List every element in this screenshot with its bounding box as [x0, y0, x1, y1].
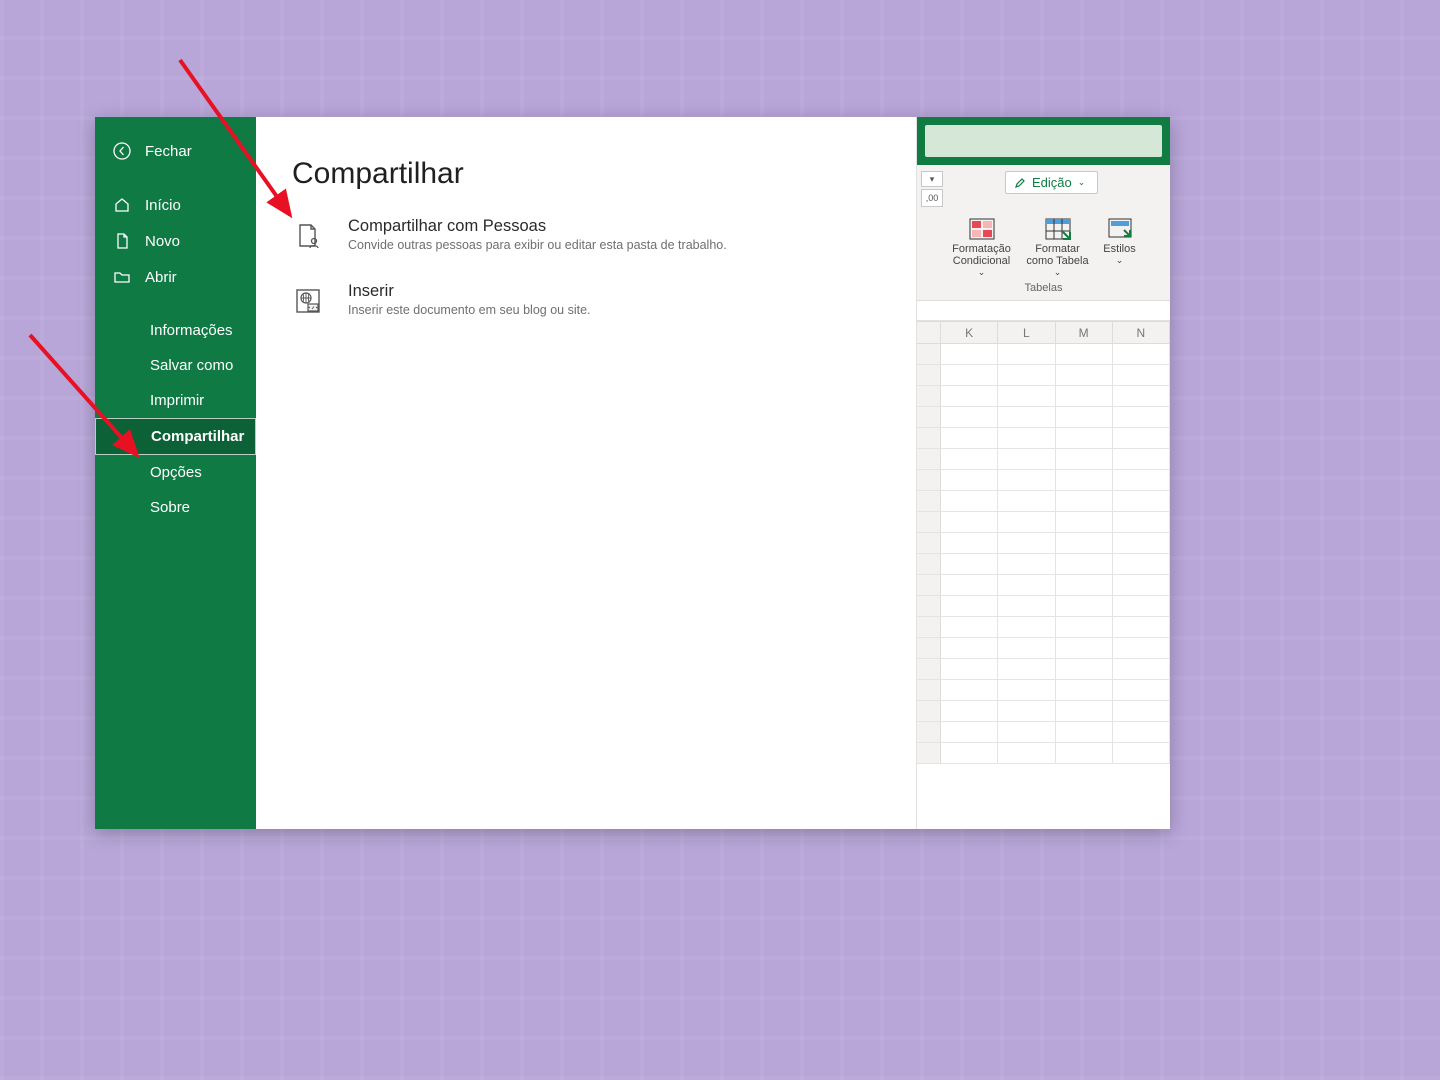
new-label: Novo — [145, 233, 180, 250]
folder-open-icon — [113, 268, 131, 286]
table-row[interactable] — [917, 701, 1170, 722]
embed-desc: Inserir este documento em seu blog ou si… — [348, 303, 591, 317]
worksheet-grid[interactable]: K L M N — [917, 321, 1170, 829]
embed-title: Inserir — [348, 282, 591, 301]
table-row[interactable] — [917, 449, 1170, 470]
new-button[interactable]: Novo — [95, 223, 256, 259]
table-row[interactable] — [917, 428, 1170, 449]
editing-mode-button[interactable]: Edição ⌄ — [1005, 171, 1098, 194]
saveas-label: Salvar como — [150, 357, 233, 374]
embed-icon — [292, 285, 324, 317]
chevron-down-icon: ⌄ — [1078, 177, 1086, 188]
share-people-title: Compartilhar com Pessoas — [348, 217, 727, 236]
open-button[interactable]: Abrir — [95, 259, 256, 295]
cell-styles-button[interactable]: Estilos ⌄ — [1100, 217, 1140, 278]
conditional-formatting-button[interactable]: Formatação Condicional ⌄ — [948, 217, 1016, 278]
conditional-format-icon — [967, 217, 997, 241]
table-row[interactable] — [917, 344, 1170, 365]
info-button[interactable]: Informações — [95, 313, 256, 348]
format-table-label: Formatar como Tabela — [1024, 243, 1092, 267]
saveas-button[interactable]: Salvar como — [95, 348, 256, 383]
col-header[interactable]: L — [998, 322, 1055, 343]
pencil-icon — [1014, 177, 1026, 189]
styles-icon — [1105, 217, 1135, 241]
col-header[interactable]: N — [1113, 322, 1170, 343]
table-row[interactable] — [917, 512, 1170, 533]
column-headers: K L M N — [917, 322, 1170, 344]
table-row[interactable] — [917, 533, 1170, 554]
share-people-desc: Convide outras pessoas para exibir ou ed… — [348, 238, 727, 252]
chevron-down-icon: ⌄ — [1116, 255, 1124, 266]
table-row[interactable] — [917, 407, 1170, 428]
excel-file-menu-window: Fechar Início Novo Abrir Informações Sal… — [95, 117, 1170, 829]
format-table-icon — [1043, 217, 1073, 241]
info-label: Informações — [150, 322, 233, 339]
format-as-table-button[interactable]: Formatar como Tabela ⌄ — [1024, 217, 1092, 278]
home-icon — [113, 196, 131, 214]
table-row[interactable] — [917, 722, 1170, 743]
close-label: Fechar — [145, 143, 192, 160]
back-arrow-icon — [113, 142, 131, 160]
share-label: Compartilhar — [151, 428, 244, 445]
share-with-people-item[interactable]: Compartilhar com Pessoas Convide outras … — [292, 217, 880, 252]
table-row[interactable] — [917, 638, 1170, 659]
number-format-controls[interactable]: ▾ ,00 — [921, 171, 943, 207]
print-button[interactable]: Imprimir — [95, 383, 256, 418]
col-header[interactable]: K — [941, 322, 998, 343]
table-row[interactable] — [917, 743, 1170, 764]
table-row[interactable] — [917, 491, 1170, 512]
formula-bar[interactable] — [917, 301, 1170, 321]
close-button[interactable]: Fechar — [95, 133, 256, 169]
table-row[interactable] — [917, 470, 1170, 491]
options-label: Opções — [150, 464, 202, 481]
table-row[interactable] — [917, 680, 1170, 701]
col-header[interactable]: M — [1056, 322, 1113, 343]
home-label: Início — [145, 197, 181, 214]
ribbon-section: ▾ ,00 Edição ⌄ Formatação Condicional — [917, 165, 1170, 301]
page-title: Compartilhar — [292, 157, 880, 191]
open-label: Abrir — [145, 269, 177, 286]
chevron-down-icon: ⌄ — [1054, 267, 1062, 278]
options-button[interactable]: Opções — [95, 455, 256, 490]
backstage-sidebar: Fechar Início Novo Abrir Informações Sal… — [95, 117, 256, 829]
home-button[interactable]: Início — [95, 187, 256, 223]
edit-label: Edição — [1032, 175, 1072, 190]
share-people-icon — [292, 220, 324, 252]
about-button[interactable]: Sobre — [95, 490, 256, 525]
title-bar — [917, 117, 1170, 165]
new-doc-icon — [113, 232, 131, 250]
spreadsheet-peek: ▾ ,00 Edição ⌄ Formatação Condicional — [916, 117, 1170, 829]
ribbon-group-label: Tabelas — [923, 282, 1164, 294]
chevron-down-icon: ⌄ — [978, 267, 986, 278]
styles-label: Estilos — [1103, 243, 1135, 255]
table-row[interactable] — [917, 575, 1170, 596]
table-row[interactable] — [917, 596, 1170, 617]
search-box[interactable] — [925, 125, 1162, 157]
embed-item[interactable]: Inserir Inserir este documento em seu bl… — [292, 282, 880, 317]
share-button[interactable]: Compartilhar — [95, 418, 256, 455]
table-row[interactable] — [917, 617, 1170, 638]
increase-decimal-label[interactable]: ,00 — [921, 189, 943, 207]
table-row[interactable] — [917, 386, 1170, 407]
cond-format-label: Formatação Condicional — [948, 243, 1016, 267]
about-label: Sobre — [150, 499, 190, 516]
table-row[interactable] — [917, 554, 1170, 575]
backstage-main: Compartilhar Compartilhar com Pessoas Co… — [256, 117, 916, 829]
table-row[interactable] — [917, 659, 1170, 680]
table-row[interactable] — [917, 365, 1170, 386]
print-label: Imprimir — [150, 392, 204, 409]
